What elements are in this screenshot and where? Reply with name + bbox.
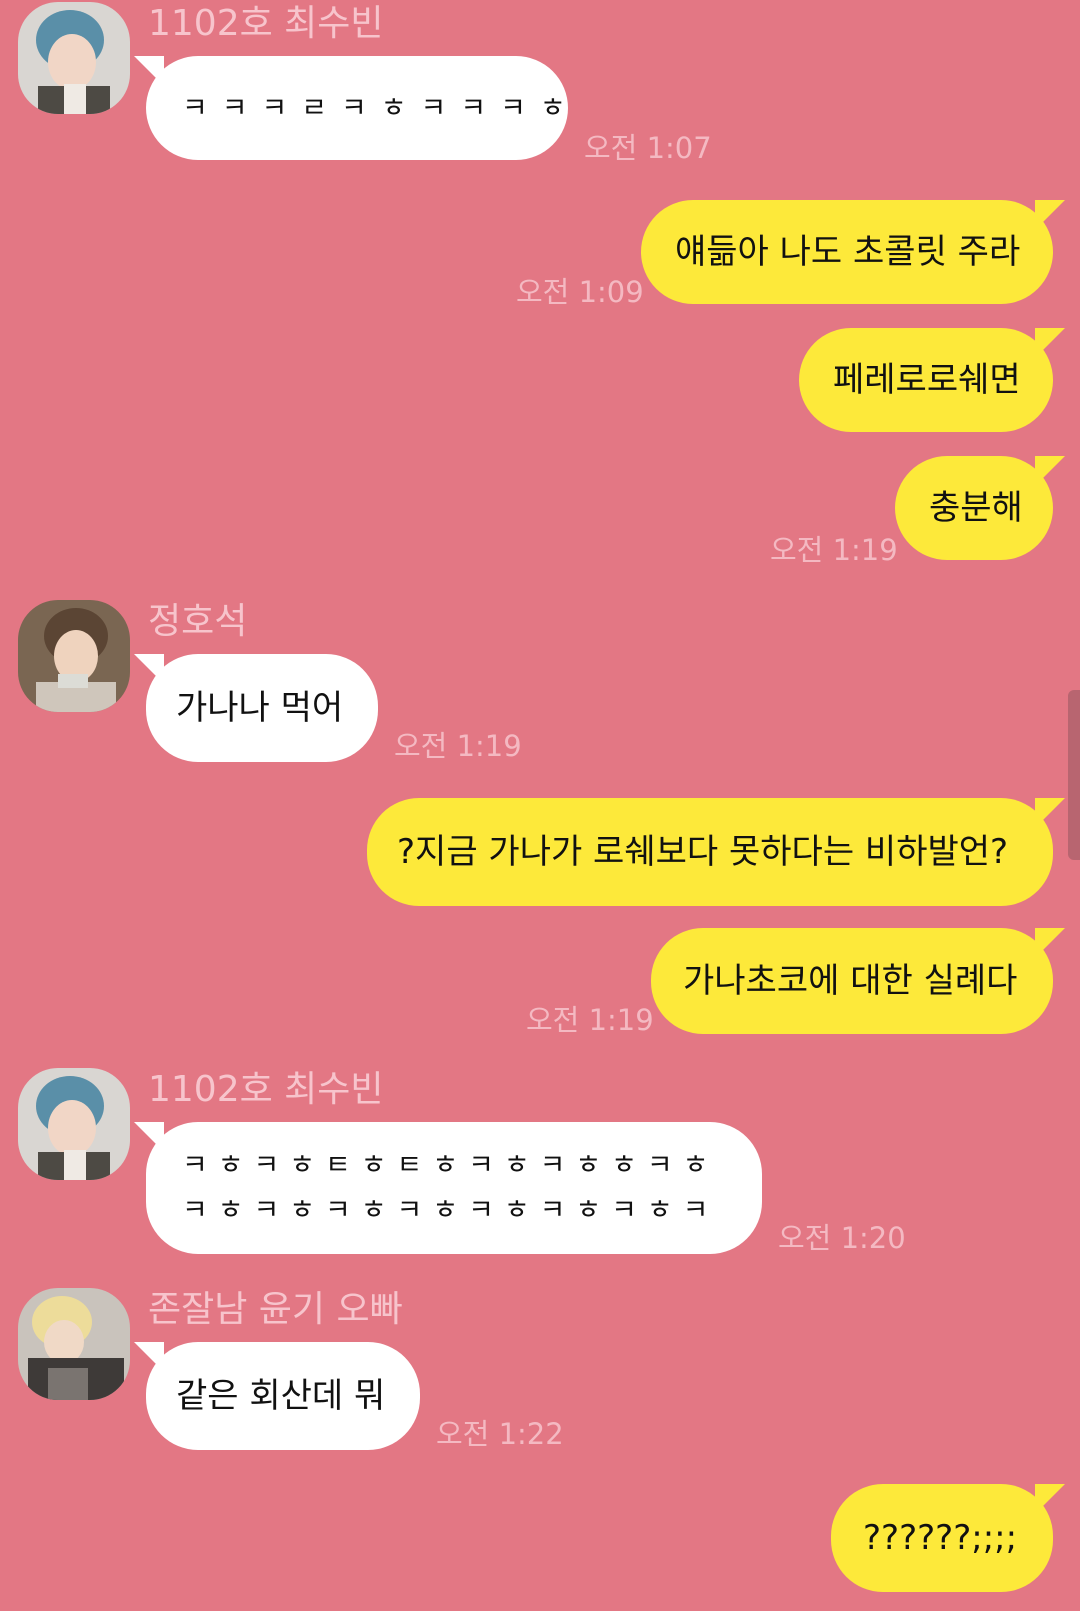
message-bubble[interactable]: ?지금 가나가 로쉐보다 못하다는 비하발언? <box>367 798 1065 906</box>
avatar-image <box>18 600 130 712</box>
message-text: ?지금 가나가 로쉐보다 못하다는 비하발언? <box>397 831 1009 872</box>
avatar-yoongi[interactable] <box>18 1288 130 1400</box>
message-text: 가나초코에 대한 실례다 <box>683 960 1018 1001</box>
bubble-tail <box>1035 328 1065 358</box>
bubble-tail <box>134 1122 164 1152</box>
bubble-tail <box>1035 798 1065 828</box>
message-text: 충분해 <box>929 487 1023 528</box>
avatar-image <box>18 1068 130 1180</box>
avatar-hoseok[interactable] <box>18 600 130 712</box>
message-bubble[interactable]: 얘듦아 나도 초콜릿 주라 <box>641 200 1065 304</box>
message-time: 오전 1:19 <box>526 1003 654 1037</box>
message-bubble[interactable]: 페레로로쉐면 <box>799 328 1065 432</box>
message-bubble[interactable]: 같은 회산데 뭐 <box>134 1342 420 1450</box>
sender-name: 1102호 최수빈 <box>148 1069 384 1110</box>
message-time: 오전 1:19 <box>770 533 898 567</box>
message-text: 얘듦아 나도 초콜릿 주라 <box>675 231 1021 272</box>
message-time: 오전 1:19 <box>394 729 522 763</box>
bubble-tail <box>1035 456 1065 486</box>
sender-name: 정호석 <box>148 601 248 642</box>
avatar-image <box>18 2 130 114</box>
bubble-tail <box>134 56 164 86</box>
bubble-tail <box>134 1342 164 1372</box>
message-time: 오전 1:07 <box>584 131 712 165</box>
message-text: ㅋㅋㅋㄹㅋㅎㅋㅋㅋㅎ <box>182 91 580 125</box>
message-bubble[interactable]: 가나초코에 대한 실례다 <box>651 928 1065 1034</box>
message-text-line: ㅋㅎㅋㅎㅌㅎㅌㅎㅋㅎㅋㅎㅎㅋㅎ <box>182 1148 719 1182</box>
message-text: ??????;;;; <box>863 1517 1018 1558</box>
message-bubble[interactable]: ㅋㅋㅋㄹㅋㅎㅋㅋㅋㅎ <box>134 56 568 160</box>
sender-name: 존잘남 윤기 오빠 <box>148 1289 403 1330</box>
avatar-soobin[interactable] <box>18 2 130 114</box>
message-time: 오전 1:09 <box>516 275 644 309</box>
message-bubble[interactable]: ??????;;;; <box>831 1484 1065 1592</box>
bubble-tail <box>1035 1484 1065 1514</box>
avatar-soobin[interactable] <box>18 1068 130 1180</box>
bubble-tail <box>1035 200 1065 230</box>
message-bubble[interactable]: 충분해 <box>895 456 1065 560</box>
message-time: 오전 1:20 <box>778 1221 906 1255</box>
scrollbar[interactable] <box>1068 690 1080 860</box>
message-text: 같은 회산데 뭐 <box>176 1375 386 1416</box>
bubble-tail <box>134 654 164 684</box>
message-text: 페레로로쉐면 <box>833 359 1021 400</box>
message-text: 가나나 먹어 <box>176 687 344 728</box>
sender-name: 1102호 최수빈 <box>148 3 384 44</box>
message-bubble[interactable]: ㅋㅎㅋㅎㅌㅎㅌㅎㅋㅎㅋㅎㅎㅋㅎ ㅋㅎㅋㅎㅋㅎㅋㅎㅋㅎㅋㅎㅋㅎㅋ <box>134 1122 762 1254</box>
bubble-tail <box>1035 928 1065 958</box>
message-bubble[interactable]: 가나나 먹어 <box>134 654 378 762</box>
message-time: 오전 1:22 <box>436 1417 564 1451</box>
avatar-image <box>18 1288 130 1400</box>
message-text-line: ㅋㅎㅋㅎㅋㅎㅋㅎㅋㅎㅋㅎㅋㅎㅋ <box>182 1193 719 1226</box>
